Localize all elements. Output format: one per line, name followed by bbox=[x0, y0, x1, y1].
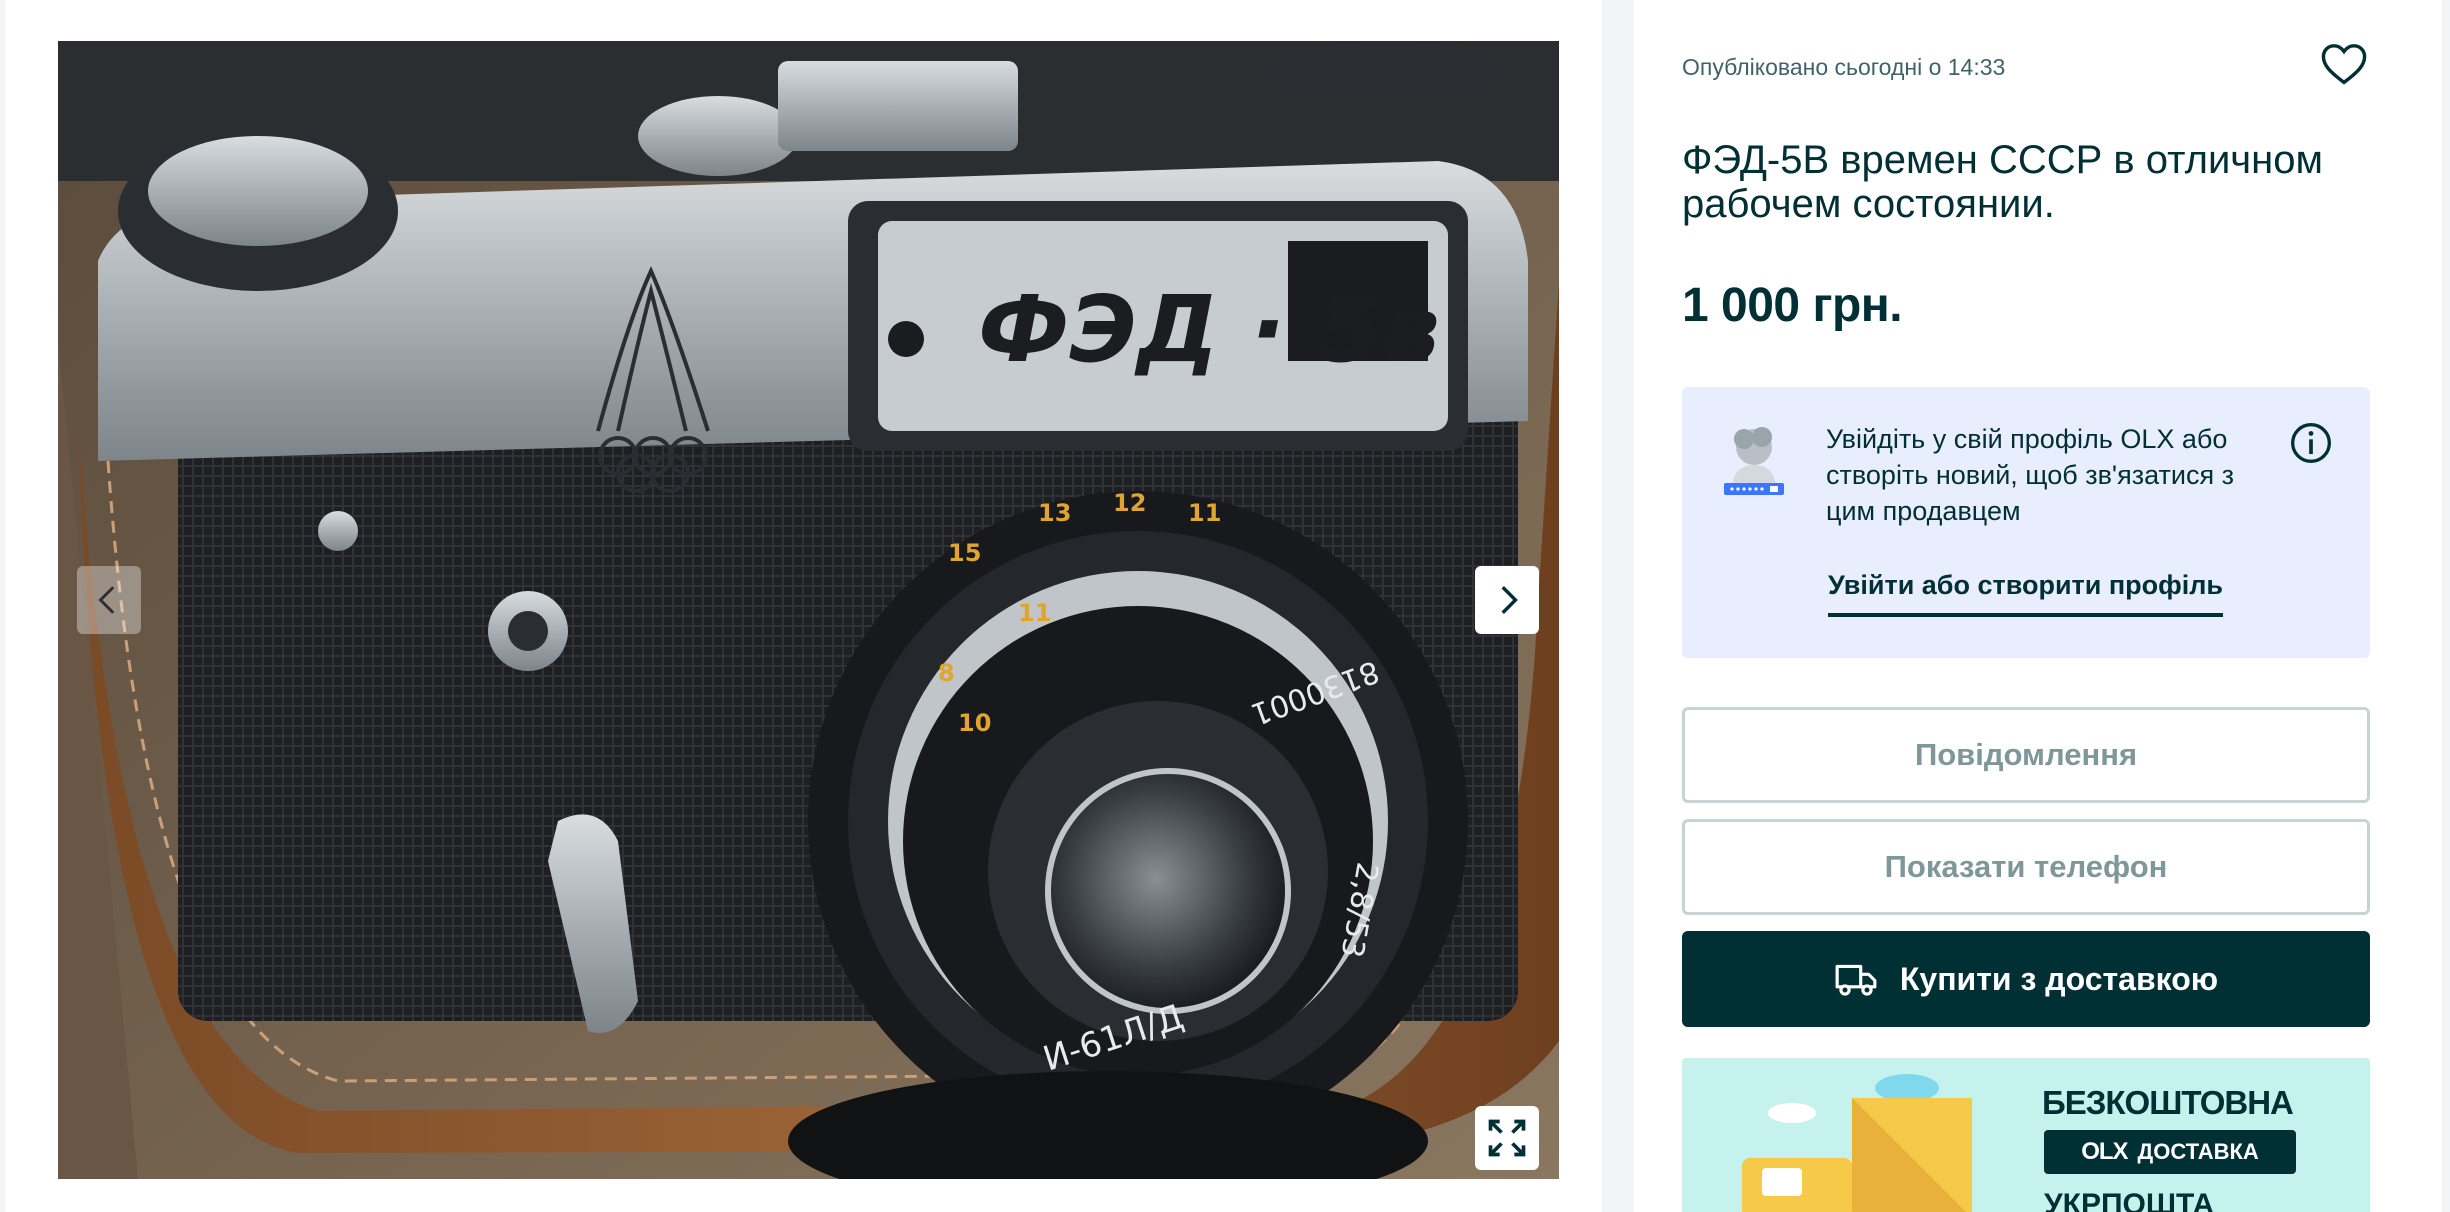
message-button[interactable]: Повідомлення bbox=[1682, 707, 2370, 803]
show-phone-button[interactable]: Показати телефон bbox=[1682, 819, 2370, 915]
olx-delivery-badge: OLX ДОСТАВКА bbox=[2044, 1130, 2296, 1174]
svg-text:8: 8 bbox=[938, 659, 955, 687]
camera-model-label: ФЭД · 5в bbox=[978, 276, 1440, 383]
listing-price: 1 000 грн. bbox=[1682, 279, 1903, 332]
chevron-right-icon bbox=[1501, 586, 1518, 614]
avatar-icon bbox=[1722, 425, 1786, 504]
buy-with-delivery-label: Купити з доставкою bbox=[1899, 960, 2219, 997]
svg-text:13: 13 bbox=[1038, 499, 1071, 527]
promo-title: БЕЗКОШТОВНА bbox=[2042, 1084, 2294, 1121]
truck-icon bbox=[1835, 964, 1877, 996]
heart-icon bbox=[2321, 44, 2367, 85]
previous-photo-button[interactable] bbox=[77, 566, 141, 634]
chevron-left-icon bbox=[98, 586, 115, 614]
free-delivery-banner[interactable]: БЕЗКОШТОВНА OLX ДОСТАВКА УКРПОШТА bbox=[1682, 1058, 2370, 1212]
svg-text:12: 12 bbox=[1113, 489, 1146, 517]
next-photo-button[interactable] bbox=[1475, 566, 1539, 634]
delivery-illustration bbox=[1742, 1074, 1972, 1212]
svg-text:15: 15 bbox=[948, 539, 981, 567]
info-icon[interactable] bbox=[2289, 421, 2333, 470]
login-prompt-text: Увійдіть у свій профіль OLX або створіть… bbox=[1826, 424, 2234, 526]
fullscreen-button[interactable] bbox=[1475, 1106, 1539, 1170]
svg-text:11: 11 bbox=[1018, 599, 1051, 627]
published-date: Опубліковано сьогодні о 14:33 bbox=[1682, 54, 2006, 80]
login-prompt-box: Увійдіть у свій профіль OLX або створіть… bbox=[1682, 387, 2370, 658]
login-or-register-link[interactable]: Увійти або створити профіль bbox=[1828, 570, 2224, 617]
listing-title: ФЭД-5В времен СССР в отличном рабочем со… bbox=[1682, 138, 2323, 226]
promo-badge-label: ДОСТАВКА bbox=[2137, 1139, 2259, 1164]
ukrposhta-label: УКРПОШТА bbox=[2044, 1188, 2215, 1212]
camera-photo-illustration: ФЭД · 5в 1513 12 11 81011 И-61Л/Д 813000… bbox=[58, 41, 1559, 1179]
gallery-panel: ФЭД · 5в 15 13 12 11 8 10 11 И-61Л/Д 813… bbox=[5, 0, 1602, 1212]
buy-with-delivery-button[interactable]: Купити з доставкою bbox=[1682, 931, 2370, 1027]
svg-text:11: 11 bbox=[1188, 499, 1221, 527]
listing-photo[interactable]: ФЭД · 5в 15 13 12 11 8 10 11 И-61Л/Д 813… bbox=[58, 41, 1559, 1179]
olx-logo: OLX bbox=[2081, 1138, 2128, 1165]
expand-icon bbox=[1488, 1119, 1526, 1157]
svg-text:10: 10 bbox=[958, 709, 991, 737]
listing-sidebar: Опубліковано сьогодні о 14:33 ФЭД-5В вре… bbox=[1634, 0, 2442, 1212]
favorite-button[interactable] bbox=[2318, 38, 2370, 90]
